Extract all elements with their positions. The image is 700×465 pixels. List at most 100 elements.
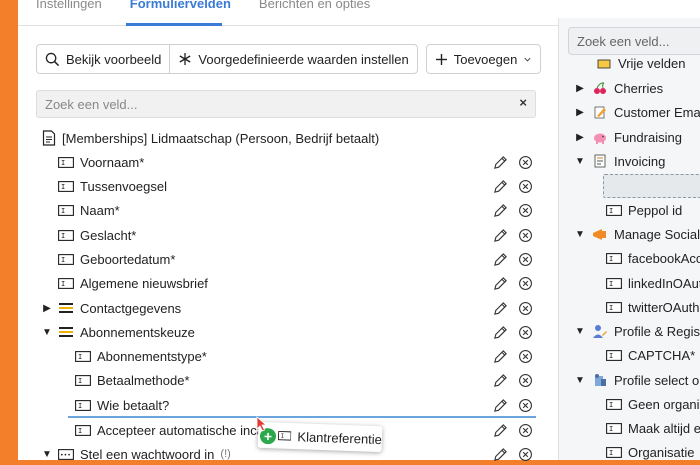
library-item-label: Invoicing — [614, 153, 666, 169]
library-item-facebook[interactable]: I facebookAcco — [606, 247, 700, 269]
chevron-right-icon[interactable]: ▶ — [574, 132, 586, 143]
library-item-customer-email[interactable]: ▶ Customer Email — [574, 101, 700, 123]
chevron-right-icon[interactable]: ▶ — [574, 83, 586, 94]
edit-icon[interactable] — [493, 301, 508, 316]
field-row-wie-betaalt[interactable]: I Wie betaalt? — [75, 394, 169, 416]
svg-text:I: I — [609, 207, 613, 215]
edit-icon[interactable] — [493, 349, 508, 364]
library-item-label: Manage Social M — [614, 226, 700, 242]
remove-icon[interactable] — [518, 325, 533, 340]
remove-icon[interactable] — [518, 301, 533, 316]
field-row-voornaam[interactable]: I Voornaam* — [58, 151, 144, 173]
group-row-wachtwoord[interactable]: ▼ ••• Stel een wachtwoord in (!) — [40, 443, 231, 465]
preview-button-group: Bekijk voorbeeld Voorgedefinieerde waard… — [36, 44, 418, 74]
search-icon — [45, 52, 60, 66]
tab-instellingen[interactable]: Instellingen — [36, 0, 102, 16]
remove-icon[interactable] — [518, 447, 533, 462]
remove-icon[interactable] — [518, 228, 533, 243]
library-item-invoicing[interactable]: ▼ Invoicing — [574, 150, 665, 172]
remove-icon[interactable] — [518, 373, 533, 388]
chevron-down-icon[interactable]: ▼ — [40, 449, 54, 460]
svg-text:I: I — [609, 352, 613, 360]
edit-icon[interactable] — [493, 325, 508, 340]
library-item-vrije-velden[interactable]: Vrije velden — [578, 56, 685, 70]
field-search-input[interactable]: Zoek een veld... × — [36, 90, 536, 118]
drag-ghost[interactable]: + I Klantreferentie — [257, 421, 383, 453]
edit-icon[interactable] — [493, 203, 508, 218]
remove-icon[interactable] — [518, 398, 533, 413]
text-field-icon: I — [75, 350, 91, 362]
edit-icon[interactable] — [493, 228, 508, 243]
edit-icon[interactable] — [493, 373, 508, 388]
field-actions — [493, 151, 533, 173]
form-title: [Memberships] Lidmaatschap (Persoon, Bed… — [62, 130, 380, 146]
library-item-manage-social[interactable]: ▼ Manage Social M — [574, 223, 700, 245]
svg-text:I: I — [280, 434, 284, 440]
edit-icon[interactable] — [493, 398, 508, 413]
library-item-profile-registration[interactable]: ▼ Profile & Registr — [574, 320, 700, 342]
active-tab-indicator — [126, 23, 222, 26]
edit-icon[interactable] — [493, 276, 508, 291]
library-item-maak-altijd[interactable]: I Maak altijd ee — [606, 417, 700, 439]
remove-icon[interactable] — [518, 423, 533, 438]
field-label: Naam* — [80, 202, 120, 218]
library-item-twitter[interactable]: I twitterOAuthD — [606, 296, 700, 318]
clear-search-icon[interactable]: × — [519, 95, 527, 110]
invoice-icon — [592, 153, 608, 169]
field-row-betaalmethode[interactable]: I Betaalmethode* — [75, 369, 190, 391]
remove-icon[interactable] — [518, 252, 533, 267]
group-row-abonnementskeuze[interactable]: ▼ Abonnementskeuze — [40, 321, 195, 343]
tab-berichten-en-opties[interactable]: Berichten en opties — [259, 0, 370, 16]
field-label: Voornaam* — [80, 154, 145, 170]
field-row-algemene-nieuwsbrief[interactable]: I Algemene nieuwsbrief — [58, 272, 208, 294]
library-item-label: Profile select org — [614, 372, 700, 388]
field-row-abonnementstype[interactable]: I Abonnementstype* — [75, 345, 207, 367]
library-item-cherries[interactable]: ▶ Cherries — [574, 77, 663, 99]
library-search-input[interactable]: Zoek een veld... — [568, 27, 700, 55]
chevron-down-icon[interactable]: ▼ — [40, 327, 54, 338]
library-item-peppol-id[interactable]: I Peppol id — [606, 199, 682, 221]
library-item-label: Peppol id — [628, 202, 683, 218]
chevron-down-icon[interactable]: ▼ — [574, 229, 586, 240]
chevron-down-icon[interactable]: ▼ — [574, 156, 586, 167]
field-row-geslacht[interactable]: I Geslacht* — [58, 224, 136, 246]
text-field-icon: I — [606, 301, 622, 313]
svg-text:I: I — [609, 280, 613, 288]
chevron-down-icon[interactable]: ▼ — [574, 326, 586, 337]
library-item-profile-select-org[interactable]: ▼ Profile select org — [574, 369, 700, 391]
remove-icon[interactable] — [518, 179, 533, 194]
tab-formuliervelden[interactable]: Formuliervelden — [130, 0, 231, 16]
edit-icon[interactable] — [493, 155, 508, 170]
library-item-captcha[interactable]: I CAPTCHA* — [606, 344, 695, 366]
group-row-contactgegevens[interactable]: ▶ Contactgegevens — [40, 297, 181, 319]
text-field-icon: I — [606, 252, 622, 264]
library-item-linkedin[interactable]: I linkedInOAuth — [606, 272, 700, 294]
remove-icon[interactable] — [518, 203, 533, 218]
svg-text:I: I — [61, 183, 65, 191]
remove-icon[interactable] — [518, 155, 533, 170]
add-button[interactable]: Toevoegen — [427, 45, 541, 73]
predefined-values-button[interactable]: Voorgedefinieerde waarden instellen — [169, 45, 416, 73]
chevron-down-icon[interactable]: ▼ — [574, 375, 586, 386]
text-field-icon: I — [606, 277, 622, 289]
edit-icon[interactable] — [493, 447, 508, 462]
library-item-label: Cherries — [614, 80, 664, 96]
edit-icon[interactable] — [493, 423, 508, 438]
field-row-geboortedatum[interactable]: I Geboortedatum* — [58, 248, 175, 270]
remove-icon[interactable] — [518, 349, 533, 364]
field-row-naam[interactable]: I Naam* — [58, 199, 120, 221]
chevron-right-icon[interactable]: ▶ — [40, 303, 54, 314]
preview-button[interactable]: Bekijk voorbeeld — [37, 45, 169, 73]
library-item-geen-organisatie[interactable]: I Geen organis — [606, 393, 700, 415]
field-row-accepteer-incasso[interactable]: I Accepteer automatische incasso — [75, 419, 284, 441]
library-item-fundraising[interactable]: ▶ Fundraising — [574, 126, 682, 148]
text-field-icon: I — [606, 398, 622, 410]
remove-icon[interactable] — [518, 276, 533, 291]
svg-text:I: I — [609, 304, 613, 312]
field-actions — [493, 175, 533, 197]
edit-icon[interactable] — [493, 179, 508, 194]
text-field-icon: I — [75, 424, 91, 436]
chevron-right-icon[interactable]: ▶ — [574, 107, 586, 118]
field-row-tussenvoegsel[interactable]: I Tussenvoegsel — [58, 175, 167, 197]
edit-icon[interactable] — [493, 252, 508, 267]
